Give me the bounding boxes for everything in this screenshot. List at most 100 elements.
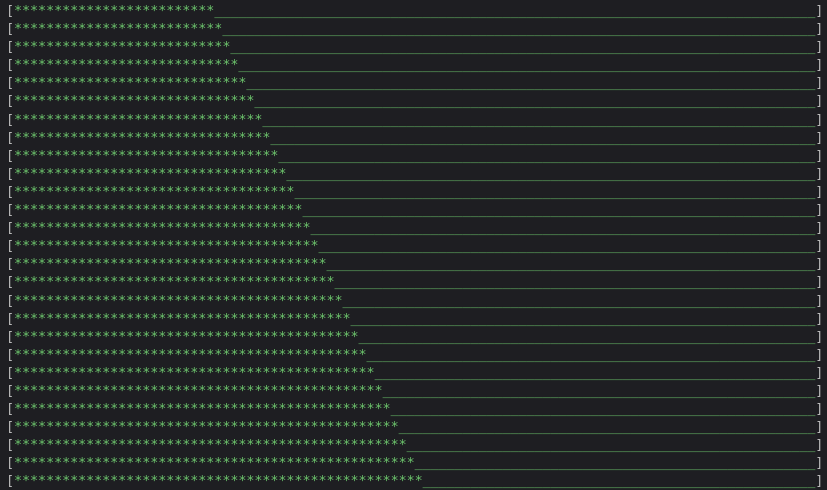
bar-filled-portion: ************************** — [14, 22, 223, 38]
progress-bar-line: [***************************************… — [6, 274, 827, 292]
bar-filled-portion: ****************************************… — [14, 438, 407, 454]
bar-empty-portion: ________________________________________… — [366, 347, 816, 363]
bar-empty-portion: ________________________________________… — [302, 203, 816, 219]
bar-filled-portion: ************************* — [14, 4, 215, 19]
bar-close-bracket: ] — [815, 112, 824, 128]
bar-close-bracket: ] — [815, 166, 824, 182]
progress-bar-line: [***************************************… — [6, 365, 827, 383]
bar-open-bracket: [ — [6, 58, 15, 74]
progress-bar-line: [*************************______________… — [6, 3, 827, 21]
bar-filled-portion: ****************************************… — [14, 347, 367, 363]
bar-open-bracket: [ — [6, 293, 15, 309]
terminal-output: [*************************______________… — [0, 0, 827, 490]
bar-close-bracket: ] — [815, 94, 824, 110]
bar-open-bracket: [ — [6, 94, 15, 110]
bar-filled-portion: ********************************** — [14, 166, 287, 182]
bar-open-bracket: [ — [6, 130, 15, 146]
progress-bar-line: [*******************************________… — [6, 112, 827, 130]
bar-empty-portion: ________________________________________… — [318, 239, 816, 255]
bar-close-bracket: ] — [815, 456, 824, 472]
bar-close-bracket: ] — [815, 347, 824, 363]
bar-empty-portion: ________________________________________… — [278, 148, 816, 164]
progress-bar-line: [***************************************… — [6, 401, 827, 419]
bar-filled-portion: ****************************************… — [14, 456, 415, 472]
bar-empty-portion: ________________________________________… — [422, 474, 816, 490]
bar-open-bracket: [ — [6, 347, 15, 363]
bar-close-bracket: ] — [815, 4, 824, 19]
progress-bar-line: [**********************************_____… — [6, 166, 827, 184]
progress-bar-line: [*************************************__… — [6, 220, 827, 238]
bar-empty-portion: ________________________________________… — [262, 112, 816, 128]
progress-bar-line: [***********************************____… — [6, 184, 827, 202]
bar-filled-portion: ****************************************… — [14, 329, 359, 345]
bar-empty-portion: ________________________________________… — [406, 438, 816, 454]
bar-close-bracket: ] — [815, 438, 824, 454]
bar-empty-portion: ________________________________________… — [342, 293, 816, 309]
bar-empty-portion: ________________________________________… — [270, 130, 816, 146]
bar-open-bracket: [ — [6, 22, 15, 38]
progress-bar-line: [***************************************… — [6, 455, 827, 473]
bar-filled-portion: ****************************************… — [14, 293, 343, 309]
bar-filled-portion: ****************************************… — [14, 365, 375, 381]
bar-filled-portion: ****************************************… — [14, 402, 391, 418]
bar-close-bracket: ] — [815, 76, 824, 92]
bar-empty-portion: ________________________________________… — [382, 383, 816, 399]
bar-close-bracket: ] — [815, 311, 824, 327]
bar-close-bracket: ] — [815, 239, 824, 255]
bar-empty-portion: ________________________________________… — [246, 76, 816, 92]
bar-open-bracket: [ — [6, 365, 15, 381]
bar-close-bracket: ] — [815, 365, 824, 381]
bar-filled-portion: ***************************** — [14, 76, 247, 92]
bar-open-bracket: [ — [6, 257, 15, 273]
bar-filled-portion: ************************************ — [14, 203, 303, 219]
bar-filled-portion: ************************************* — [14, 221, 311, 237]
progress-bar-line: [************************************___… — [6, 202, 827, 220]
bar-open-bracket: [ — [6, 275, 15, 291]
bar-empty-portion: ________________________________________… — [398, 420, 816, 436]
bar-close-bracket: ] — [815, 148, 824, 164]
bar-empty-portion: ________________________________________… — [294, 184, 816, 200]
bar-empty-portion: ________________________________________… — [230, 40, 816, 56]
progress-bar-line: [******************************_________… — [6, 93, 827, 111]
bar-open-bracket: [ — [6, 112, 15, 128]
bar-empty-portion: ________________________________________… — [374, 365, 816, 381]
bar-filled-portion: *************************** — [14, 40, 231, 56]
bar-open-bracket: [ — [6, 239, 15, 255]
progress-bar-line: [***************************____________… — [6, 39, 827, 57]
bar-empty-portion: ________________________________________… — [350, 311, 816, 327]
bar-filled-portion: *************************************** — [14, 257, 327, 273]
progress-bar-line: [***************************************… — [6, 311, 827, 329]
bar-open-bracket: [ — [6, 40, 15, 56]
progress-bar-line: [***************************************… — [6, 383, 827, 401]
bar-close-bracket: ] — [815, 474, 824, 490]
bar-filled-portion: ******************************** — [14, 130, 271, 146]
bar-open-bracket: [ — [6, 148, 15, 164]
bar-empty-portion: ________________________________________… — [358, 329, 816, 345]
progress-bar-line: [***************************************… — [6, 347, 827, 365]
bar-open-bracket: [ — [6, 420, 15, 436]
bar-close-bracket: ] — [815, 257, 824, 273]
bar-filled-portion: **************************************** — [14, 275, 335, 291]
progress-bar-line: [***************************************… — [6, 419, 827, 437]
progress-bar-line: [****************************___________… — [6, 57, 827, 75]
bar-empty-portion: ________________________________________… — [326, 257, 816, 273]
bar-close-bracket: ] — [815, 22, 824, 38]
bar-empty-portion: ________________________________________… — [310, 221, 816, 237]
bar-open-bracket: [ — [6, 438, 15, 454]
bar-empty-portion: ________________________________________… — [214, 4, 816, 19]
bar-close-bracket: ] — [815, 221, 824, 237]
bar-close-bracket: ] — [815, 420, 824, 436]
progress-bar-line: [***************************************… — [6, 329, 827, 347]
bar-empty-portion: ________________________________________… — [414, 456, 816, 472]
progress-bar-line: [***************************************… — [6, 473, 827, 490]
bar-empty-portion: ________________________________________… — [238, 58, 816, 74]
bar-close-bracket: ] — [815, 383, 824, 399]
bar-open-bracket: [ — [6, 76, 15, 92]
bar-empty-portion: ________________________________________… — [254, 94, 816, 110]
bar-open-bracket: [ — [6, 402, 15, 418]
bar-close-bracket: ] — [815, 293, 824, 309]
bar-filled-portion: ****************************************… — [14, 383, 383, 399]
bar-open-bracket: [ — [6, 4, 15, 19]
bar-filled-portion: ****************************************… — [14, 420, 399, 436]
bar-filled-portion: ************************************** — [14, 239, 319, 255]
